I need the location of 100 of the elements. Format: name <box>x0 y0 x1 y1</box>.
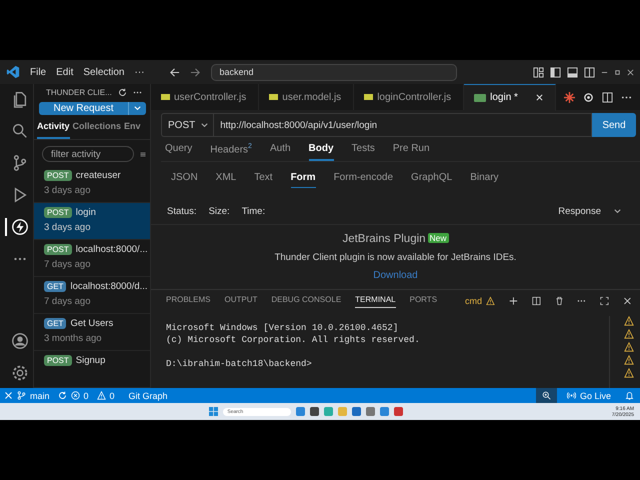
sync-icon[interactable] <box>58 391 67 400</box>
url-field[interactable]: http://localhost:8000/api/v1/user/login <box>213 113 592 137</box>
response-label: Status: <box>167 206 197 216</box>
split-editor-icon[interactable] <box>602 92 613 102</box>
new-request-button[interactable]: New Request <box>39 102 128 115</box>
editor-tab[interactable]: user.model.js <box>259 84 354 110</box>
filter-field[interactable]: filter activity <box>42 146 134 162</box>
sidebar-toggle-icon[interactable] <box>550 66 561 78</box>
panel-toggle-icon[interactable] <box>567 66 578 78</box>
send-button[interactable]: Send <box>592 113 636 137</box>
request-tab[interactable]: Auth <box>270 143 291 159</box>
panel-tab[interactable]: OUTPUT <box>224 295 258 307</box>
format-tab[interactable]: Form <box>290 172 316 188</box>
activity-item[interactable]: POST login 3 days ago <box>34 203 150 240</box>
caret-icon[interactable] <box>613 206 622 216</box>
method-badge: POST <box>44 355 72 366</box>
js-file-icon <box>364 94 374 100</box>
warning-count[interactable]: 0 <box>110 390 115 400</box>
add-terminal-icon[interactable] <box>508 296 518 306</box>
request-icon <box>474 94 486 102</box>
menu-item[interactable]: File <box>30 66 46 78</box>
burst-icon[interactable] <box>564 92 575 102</box>
menu-item[interactable]: ··· <box>134 66 144 78</box>
format-tab[interactable]: XML <box>216 172 236 187</box>
zoom-button[interactable] <box>536 388 557 403</box>
request-time: 7 days ago <box>44 259 92 270</box>
branch-item[interactable]: main <box>30 390 50 400</box>
new-badge: New <box>428 233 449 243</box>
go-live-item[interactable]: Go Live <box>580 390 611 400</box>
request-tab[interactable]: Headers$^{2}$ <box>210 143 252 159</box>
terminal-line: (c) Microsoft Corporation. All rights reserved. <box>166 335 420 345</box>
menu-icon[interactable] <box>140 150 146 158</box>
error-icon[interactable] <box>70 391 80 400</box>
response-label: Size: <box>208 206 230 216</box>
download-link[interactable]: Download <box>373 270 418 281</box>
request-name: Get Users <box>70 318 114 329</box>
git-graph-item[interactable]: Git Graph <box>128 390 168 400</box>
sidebar-title: THUNDER CLIE... <box>46 88 112 98</box>
warning-icon <box>624 342 634 352</box>
zoom-icon <box>542 391 551 400</box>
maximize-icon[interactable] <box>600 296 610 306</box>
request-tab[interactable]: Tests <box>352 143 375 159</box>
format-tab[interactable]: Text <box>254 172 273 187</box>
editor-tab[interactable]: userController.js <box>151 84 260 110</box>
sidebar-tab[interactable]: Activity <box>37 121 70 139</box>
back-icon[interactable] <box>168 66 180 78</box>
request-name: login <box>76 207 96 218</box>
activity-item[interactable]: POST localhost:8000/... 7 days ago <box>34 240 150 277</box>
response-dropdown[interactable]: Response <box>558 206 601 216</box>
terminal-line: Microsoft Windows [Version 10.0.26100.4652] <box>166 323 398 333</box>
panel-tab[interactable]: TERMINAL <box>355 294 396 308</box>
request-tab[interactable]: Pre Run <box>392 143 430 159</box>
trash-icon[interactable] <box>554 296 564 306</box>
menu-item[interactable]: Selection <box>83 66 124 78</box>
close-icon[interactable] <box>623 296 632 306</box>
promo-text: Thunder Client plugin is now available for JetBrains IDEs. <box>274 252 516 263</box>
editor-tab[interactable]: login * <box>464 84 556 110</box>
method-dropdown[interactable]: POST <box>161 113 214 137</box>
warning-icon <box>624 316 634 326</box>
forward-icon[interactable] <box>190 66 200 78</box>
restore-icon[interactable] <box>614 68 621 76</box>
windows-start-icon[interactable] <box>209 407 218 416</box>
close-tab-icon[interactable] <box>536 94 543 101</box>
remote-icon[interactable] <box>4 391 13 400</box>
refresh-icon[interactable] <box>118 88 127 98</box>
method-badge: POST <box>44 244 72 255</box>
panel-tab[interactable]: PORTS <box>410 295 438 307</box>
terminal-shell[interactable]: cmd <box>465 296 482 306</box>
dropdown-button[interactable] <box>128 102 146 115</box>
format-tab[interactable]: Form-encode <box>334 172 394 187</box>
warning-icon <box>624 368 634 378</box>
layout-icon[interactable] <box>533 66 544 78</box>
panel-tab[interactable]: DEBUG CONSOLE <box>271 295 342 307</box>
branch-icon[interactable] <box>17 391 26 400</box>
split-icon[interactable] <box>584 66 595 78</box>
bell-icon[interactable] <box>625 391 634 400</box>
warning-icon[interactable] <box>96 391 106 400</box>
request-time: 3 days ago <box>44 185 92 196</box>
request-time: 3 months ago <box>44 333 103 344</box>
broadcast-icon[interactable] <box>566 391 576 400</box>
error-count[interactable]: 0 <box>84 390 89 400</box>
caret-icon <box>200 120 210 130</box>
request-name: localhost:8000/... <box>76 244 148 255</box>
command-center[interactable]: backend <box>210 64 456 80</box>
request-tab[interactable]: Body <box>308 143 334 161</box>
js-file-icon <box>161 94 170 100</box>
split-terminal-icon[interactable] <box>532 296 541 306</box>
sidebar-tab[interactable]: Env <box>124 121 141 137</box>
format-tab[interactable]: Binary <box>470 172 499 187</box>
panel-tab[interactable]: PROBLEMS <box>166 295 210 307</box>
activity-item[interactable]: GET localhost:8000/d... 7 days ago <box>34 277 150 314</box>
close-icon[interactable] <box>627 68 634 76</box>
request-tab[interactable]: Query <box>165 143 192 159</box>
sidebar-tab[interactable]: Collections <box>72 121 122 137</box>
caret-icon <box>133 104 142 113</box>
format-tab[interactable]: GraphQL <box>411 172 452 187</box>
lightning-icon[interactable] <box>4 218 28 236</box>
activity-item[interactable]: GET Get Users 3 months ago <box>34 314 150 351</box>
format-tab[interactable]: JSON <box>171 172 198 187</box>
menu-item[interactable]: Edit <box>56 66 74 78</box>
